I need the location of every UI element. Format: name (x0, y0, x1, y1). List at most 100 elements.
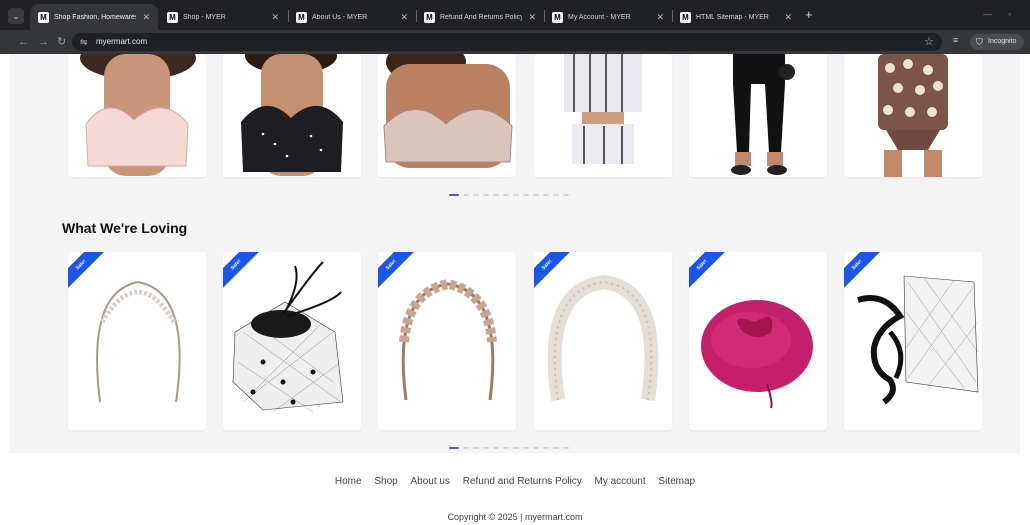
product-card-loungewear[interactable] (534, 54, 672, 177)
site-info-icon[interactable]: ⇋ (80, 35, 88, 49)
section-title: What We're Loving (62, 220, 188, 236)
carousel-dot[interactable] (523, 194, 529, 196)
carousel-dot[interactable] (493, 194, 499, 196)
carousel-dot[interactable] (463, 194, 469, 196)
product-image (731, 54, 795, 175)
incognito-label: Incognito (988, 38, 1017, 45)
footer-link-my-account[interactable]: My account (595, 476, 646, 487)
product-card-headband-1[interactable]: Sale! (68, 252, 206, 430)
minimize-icon[interactable]: — (983, 9, 992, 19)
product-card-pink-fascinator[interactable]: Sale! (689, 252, 827, 430)
product-card-black-fascinator[interactable]: Sale! (844, 252, 982, 430)
tab-about-us[interactable]: About Us - MYER ✕ (288, 4, 416, 30)
bookmark-star-icon[interactable]: ☆ (924, 35, 934, 49)
tab-strip: ⌄ Shop Fashion, Homewares, Bea ✕ Shop - … (0, 0, 1030, 30)
myer-favicon-icon (38, 11, 49, 23)
product-image (96, 280, 181, 403)
product-image (232, 261, 344, 413)
carousel-dot[interactable] (513, 194, 519, 196)
carousel-dot[interactable] (533, 194, 539, 196)
carousel-dot[interactable] (543, 194, 549, 196)
carousel-dot[interactable] (483, 447, 489, 449)
tab-refund-policy[interactable]: Refund And Returns Policy - M ✕ (416, 4, 544, 30)
new-tab-icon[interactable]: + (805, 8, 813, 22)
product-image (241, 54, 343, 176)
myer-favicon-icon (552, 11, 563, 23)
close-tab-icon[interactable]: ✕ (784, 12, 792, 23)
close-tab-icon[interactable]: ✕ (400, 12, 408, 23)
carousel-dot[interactable] (533, 447, 539, 449)
carousel-dot[interactable] (553, 447, 559, 449)
tab-title: Shop - MYER (183, 13, 226, 21)
footer-link-refund-policy[interactable]: Refund and Returns Policy (463, 476, 582, 487)
product-card-swimwear[interactable] (844, 54, 982, 177)
footer-nav: Home Shop About us Refund and Returns Po… (0, 476, 1030, 487)
tab-title: Shop Fashion, Homewares, Bea (54, 13, 136, 21)
tab-search-icon[interactable]: ⌄ (8, 8, 24, 24)
carousel-dot[interactable] (493, 447, 499, 449)
forward-icon[interactable]: → (38, 35, 49, 49)
myer-favicon-icon (296, 11, 307, 23)
tab-my-account[interactable]: My Account - MYER ✕ (544, 4, 672, 30)
tab-title: Refund And Returns Policy - M (440, 13, 523, 21)
product-card-lingerie-2[interactable] (223, 54, 361, 177)
product-image (878, 54, 948, 177)
carousel-dot[interactable] (473, 447, 479, 449)
product-card-pearl-headband[interactable]: Sale! (534, 252, 672, 430)
page-content: What We're Loving Sale! Sale! Sale! Sale… (0, 54, 1030, 525)
url-text[interactable]: myermart.com (96, 36, 147, 48)
address-toolbar: ← → ↻ ⇋ myermart.com ☆ (0, 30, 1030, 54)
product-card-activewear[interactable] (689, 54, 827, 177)
carousel-dot[interactable] (563, 447, 569, 449)
myer-favicon-icon (424, 11, 435, 23)
tab-title: About Us - MYER (312, 13, 368, 21)
browser-window: ⌄ Shop Fashion, Homewares, Bea ✕ Shop - … (0, 0, 1030, 525)
copyright-text: Copyright © 2025 | myermart.com (447, 512, 583, 522)
carousel-dot[interactable] (449, 194, 459, 196)
product-image (547, 274, 659, 402)
footer-link-home[interactable]: Home (335, 476, 362, 487)
product-image (383, 54, 513, 168)
carousel-dot[interactable] (473, 194, 479, 196)
tab-sitemap[interactable]: HTML Sitemap - MYER ✕ (672, 4, 800, 30)
close-tab-icon[interactable]: ✕ (528, 12, 536, 23)
carousel-dot[interactable] (463, 447, 469, 449)
tab-title: HTML Sitemap - MYER (696, 13, 769, 21)
product-card-headband-2[interactable]: Sale! (378, 252, 516, 430)
carousel-dot[interactable] (503, 447, 509, 449)
reload-icon[interactable]: ↻ (57, 35, 66, 49)
footer-link-shop[interactable]: Shop (374, 476, 397, 487)
carousel-dot[interactable] (513, 447, 519, 449)
footer-link-sitemap[interactable]: Sitemap (658, 476, 695, 487)
carousel-pagination-bottom (449, 447, 569, 449)
carousel-dot[interactable] (483, 194, 489, 196)
close-tab-icon[interactable]: ✕ (142, 12, 150, 23)
product-image (80, 54, 196, 176)
incognito-icon: ⛉ (976, 37, 983, 47)
myer-favicon-icon (680, 11, 691, 23)
product-card-fascinator-1[interactable]: Sale! (223, 252, 361, 430)
close-tab-icon[interactable]: ✕ (656, 12, 664, 23)
carousel-dot[interactable] (503, 194, 509, 196)
back-icon[interactable]: ← (18, 35, 29, 49)
tab-home[interactable]: Shop Fashion, Homewares, Bea ✕ (30, 4, 158, 30)
footer-link-about-us[interactable]: About us (410, 476, 449, 487)
restore-icon[interactable]: ▫ (1008, 9, 1011, 19)
carousel-dot[interactable] (543, 447, 549, 449)
carousel-dot[interactable] (523, 447, 529, 449)
tab-shop[interactable]: Shop - MYER ✕ (159, 4, 287, 30)
tab-title: My Account - MYER (568, 13, 631, 21)
carousel-dot[interactable] (553, 194, 559, 196)
close-tab-icon[interactable]: ✕ (271, 12, 279, 23)
product-card-lingerie-3[interactable] (378, 54, 516, 177)
incognito-badge[interactable]: ⛉ Incognito (970, 34, 1024, 50)
product-image (701, 300, 813, 409)
product-image (399, 278, 497, 401)
address-bar[interactable]: ⇋ myermart.com ☆ (72, 33, 942, 51)
carousel-dot[interactable] (449, 447, 459, 449)
product-image (564, 54, 642, 164)
product-card-lingerie-1[interactable] (68, 54, 206, 177)
media-control-icon[interactable]: ≡ (953, 35, 958, 45)
carousel-dot[interactable] (563, 194, 569, 196)
myer-favicon-icon (167, 11, 178, 23)
